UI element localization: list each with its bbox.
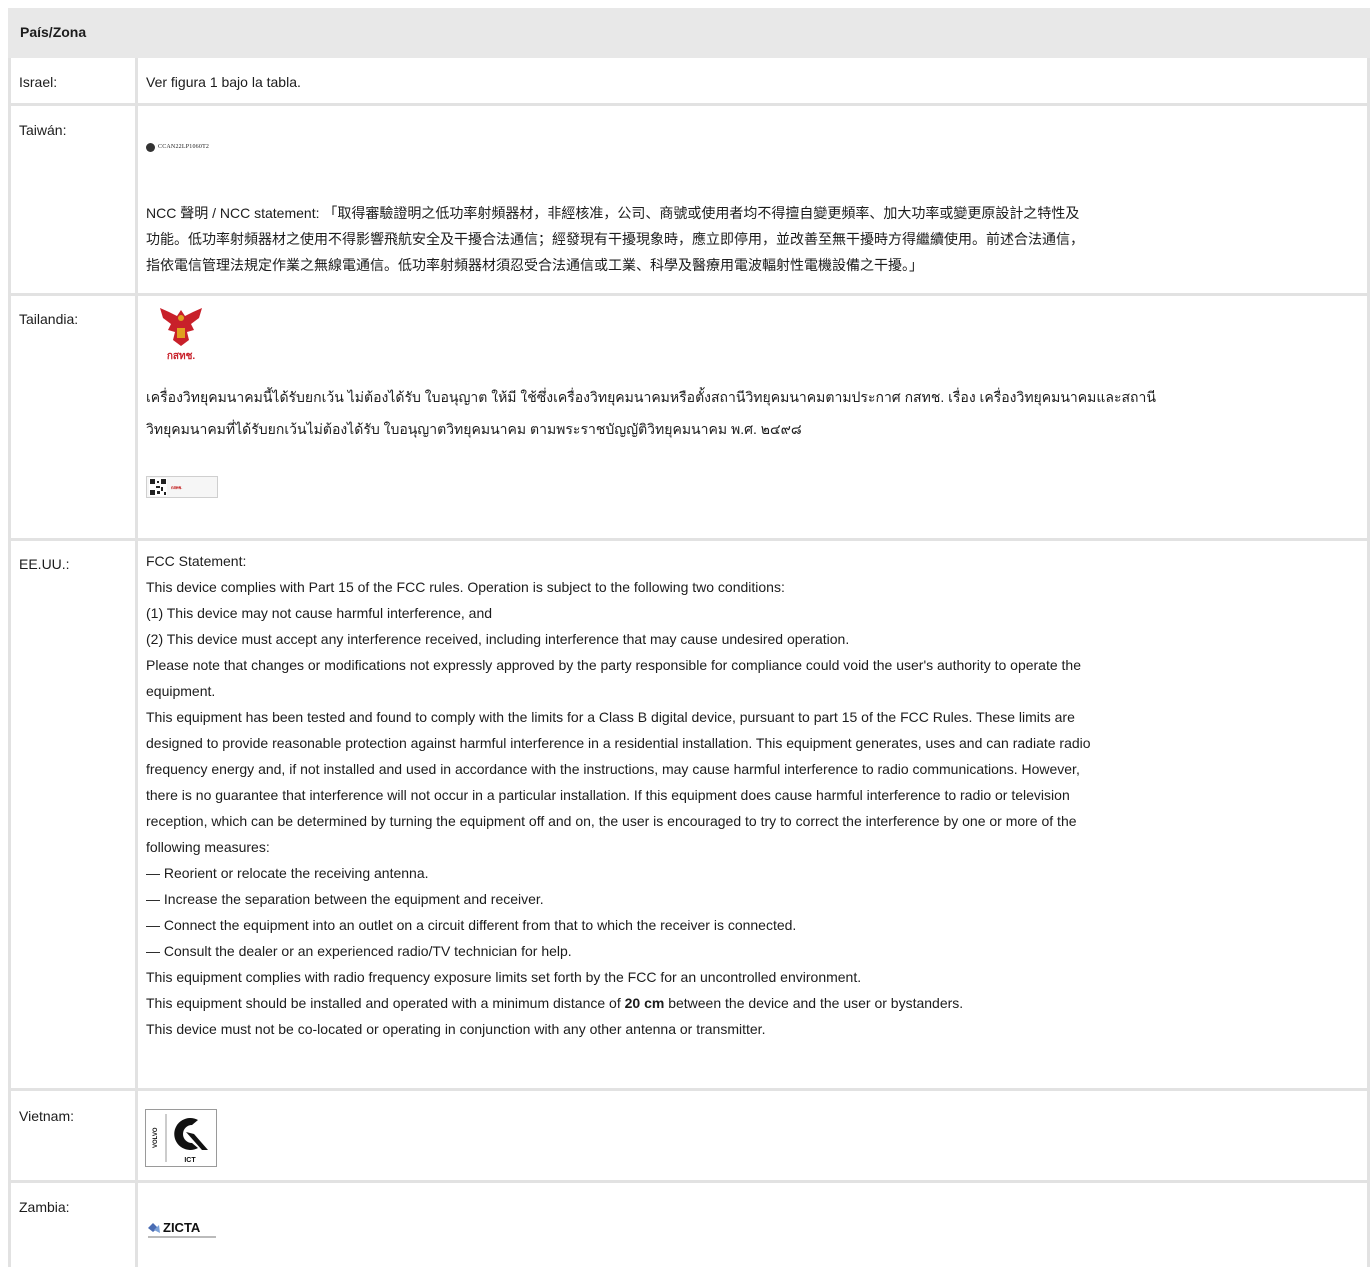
- israel-text: Ver figura 1 bajo la tabla.: [146, 74, 301, 90]
- fcc-line: frequency energy and, if not installed a…: [146, 761, 1080, 777]
- row-label-zambia: Zambia:: [19, 1199, 70, 1215]
- taiwan-statement: NCC 聲明 / NCC statement: 「取得審驗證明之低功率射頻器材，…: [146, 200, 1356, 278]
- cr-conformity-icon: VOLVO ICT: [153, 1114, 208, 1164]
- zicta-mark: ZICTA: [146, 1214, 218, 1242]
- fcc-line: — Consult the dealer or an experienced r…: [146, 943, 572, 959]
- nbtc-logo-text: กสทช.: [167, 351, 196, 362]
- thailand-statement: เครื่องวิทยุคมนาคมนี้ได้รับยกเว้น ไม่ต้อ…: [146, 384, 1356, 442]
- fcc-line: designed to provide reasonable protectio…: [146, 735, 1091, 751]
- row-label-thailand: Tailandia:: [19, 311, 79, 327]
- compliance-table: País/Zona Israel: Ver figura 1 bajo la t…: [0, 0, 1370, 1267]
- garuda-emblem-icon: กสทช.: [160, 308, 202, 362]
- fcc-line: This device must not be co-located or op…: [146, 1021, 766, 1037]
- fcc-line: (1) This device may not cause harmful in…: [146, 605, 493, 621]
- row-divider: [8, 103, 1370, 106]
- fcc-line: following measures:: [146, 839, 270, 855]
- fcc-statement: FCC Statement: This device complies with…: [146, 548, 1356, 1042]
- statement-line: เครื่องวิทยุคมนาคมนี้ได้รับยกเว้น ไม่ต้อ…: [146, 389, 1156, 405]
- fcc-line: reception, which can be determined by tu…: [146, 813, 1077, 829]
- ncc-cert-mark: CCAN22LP1060T2: [146, 142, 209, 152]
- row-divider: [8, 1088, 1370, 1091]
- sticker-text: กสทช.: [171, 484, 183, 490]
- fcc-line: — Connect the equipment into an outlet o…: [146, 917, 797, 933]
- row-divider: [8, 538, 1370, 541]
- fcc-line: FCC Statement:: [146, 553, 247, 569]
- nbtc-label-sticker: กสทช.: [146, 476, 218, 498]
- fcc-line: equipment.: [146, 683, 216, 699]
- zicta-logo-icon: ZICTA: [148, 1220, 216, 1238]
- row-label-usa: EE.UU.:: [19, 556, 70, 572]
- statement-line: 功能。低功率射頻器材之使用不得影響飛航安全及干擾合法通信；經發現有干擾現象時，應…: [146, 231, 1084, 247]
- ncc-cert-code: CCAN22LP1060T2: [158, 144, 210, 150]
- fcc-line: This device complies with Part 15 of the…: [146, 579, 785, 595]
- fcc-line: This equipment has been tested and found…: [146, 709, 1075, 725]
- fcc-line: This equipment complies with radio frequ…: [146, 969, 862, 985]
- fcc-line: (2) This device must accept any interfer…: [146, 631, 850, 647]
- vietnam-side-text: VOLVO: [153, 1127, 159, 1148]
- distance-value: 20 cm: [624, 995, 665, 1011]
- fcc-line: there is no guarantee that interference …: [146, 787, 1070, 803]
- column-title: País/Zona: [20, 24, 87, 40]
- row-divider: [8, 1180, 1370, 1183]
- label-column: [8, 58, 135, 1267]
- fcc-line: Please note that changes or modification…: [146, 657, 1081, 673]
- statement-line: 指依電信管理法規定作業之無線電通信。低功率射頻器材須忍受合法通信或工業、科學及醫…: [146, 257, 923, 273]
- fcc-line: — Increase the separation between the eq…: [146, 891, 544, 907]
- fcc-distance-line: This equipment should be installed and o…: [146, 990, 1356, 1016]
- zicta-text: ZICTA: [163, 1220, 201, 1235]
- row-divider: [8, 293, 1370, 296]
- qr-code-icon: [149, 478, 167, 496]
- row-label-taiwan: Taiwán:: [19, 122, 67, 138]
- ncc-icon: [146, 142, 155, 152]
- distance-post: between the device and the user or bysta…: [664, 995, 964, 1011]
- statement-line: วิทยุคมนาคมที่ได้รับยกเว้นไม่ต้องได้รับ …: [146, 421, 802, 437]
- fcc-line: — Reorient or relocate the receiving ant…: [146, 865, 429, 881]
- distance-pre: This equipment should be installed and o…: [146, 995, 625, 1011]
- statement-line: NCC 聲明 / NCC statement: 「取得審驗證明之低功率射頻器材，…: [146, 205, 1080, 221]
- vietnam-cr-mark: VOLVO ICT: [145, 1109, 217, 1167]
- row-label-vietnam: Vietnam:: [19, 1108, 74, 1124]
- table-header: País/Zona: [8, 8, 1370, 58]
- row-label-israel: Israel:: [19, 74, 58, 90]
- vietnam-ict-text: ICT: [184, 1157, 196, 1164]
